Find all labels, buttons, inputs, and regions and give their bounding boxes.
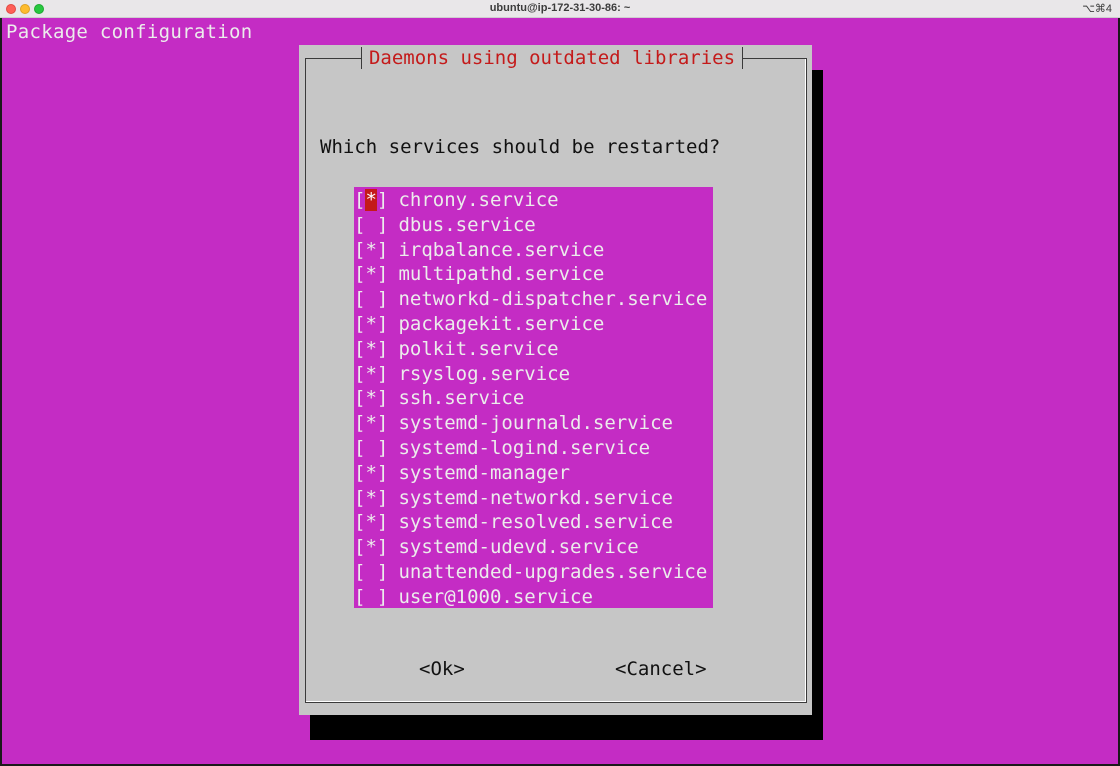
dialog-title: Daemons using outdated libraries <box>361 45 743 71</box>
terminal-area[interactable]: Package configuration Daemons using outd… <box>0 18 1120 766</box>
service-item[interactable]: [*] systemd-resolved.service <box>354 510 713 535</box>
dialog-question: Which services should be restarted? <box>320 136 721 158</box>
cancel-button[interactable]: <Cancel> <box>615 656 707 682</box>
service-checkbox[interactable]: [*] <box>354 535 388 560</box>
service-item[interactable]: [*] irqbalance.service <box>354 238 713 263</box>
service-name: irqbalance.service <box>398 238 605 261</box>
service-item[interactable]: [*] rsyslog.service <box>354 362 713 387</box>
service-item[interactable]: [ ] dbus.service <box>354 213 713 238</box>
service-name: multipathd.service <box>398 263 605 286</box>
dialog-buttons: <Ok> <Cancel> <box>299 656 812 682</box>
window-title: ubuntu@ip-172-31-30-86: ~ <box>489 2 631 14</box>
service-checkbox[interactable]: [*] <box>354 411 388 436</box>
service-checkbox[interactable]: [ ] <box>354 560 388 585</box>
service-name: polkit.service <box>398 337 559 360</box>
service-item[interactable]: [ ] systemd-logind.service <box>354 436 713 461</box>
service-checkbox[interactable]: [*] <box>354 362 388 387</box>
package-configuration-header: Package configuration <box>6 21 253 43</box>
service-name: systemd-manager <box>398 461 571 484</box>
service-item[interactable]: [*] multipathd.service <box>354 262 713 287</box>
service-checkbox[interactable]: [*] <box>354 337 388 362</box>
service-item[interactable]: [ ] user@1000.service <box>354 585 713 610</box>
service-checkbox[interactable]: [*] <box>354 262 388 287</box>
restart-services-dialog: Daemons using outdated libraries Which s… <box>299 45 812 715</box>
service-name: systemd-journald.service <box>398 412 673 435</box>
window-shortcut: ⌥⌘4 <box>1082 3 1112 15</box>
frame-top-right <box>743 58 807 59</box>
frame-top-left <box>305 58 361 59</box>
service-item[interactable]: [*] systemd-journald.service <box>354 411 713 436</box>
service-item[interactable]: [*] packagekit.service <box>354 312 713 337</box>
service-checkbox[interactable]: [*] <box>354 461 388 486</box>
service-name: chrony.service <box>398 189 559 211</box>
service-checkbox[interactable]: [*] <box>354 386 388 411</box>
service-name: systemd-resolved.service <box>398 511 673 534</box>
service-name: rsyslog.service <box>398 362 571 385</box>
service-name: systemd-udevd.service <box>398 536 639 559</box>
service-item[interactable]: [*] systemd-manager <box>354 461 713 486</box>
service-checkbox[interactable]: [*] <box>354 238 388 263</box>
service-checkbox[interactable]: [*] <box>354 188 388 213</box>
service-name: unattended-upgrades.service <box>398 560 708 583</box>
service-name: dbus.service <box>398 213 536 236</box>
service-checkbox[interactable]: [ ] <box>354 585 388 610</box>
service-checkbox[interactable]: [ ] <box>354 287 388 312</box>
service-name: networkd-dispatcher.service <box>398 288 708 311</box>
service-item[interactable]: [ ] networkd-dispatcher.service <box>354 287 713 312</box>
service-item[interactable]: [*] ssh.service <box>354 386 713 411</box>
selection-cursor: * <box>365 189 377 211</box>
service-checkbox[interactable]: [ ] <box>354 213 388 238</box>
service-item[interactable]: [*] systemd-udevd.service <box>354 535 713 560</box>
service-name: packagekit.service <box>398 312 605 335</box>
service-item[interactable]: [*] systemd-networkd.service <box>354 486 713 511</box>
service-checkbox[interactable]: [*] <box>354 486 388 511</box>
service-name: systemd-networkd.service <box>398 486 673 509</box>
service-name: user@1000.service <box>398 585 593 608</box>
service-checkbox[interactable]: [ ] <box>354 436 388 461</box>
window-titlebar: ubuntu@ip-172-31-30-86: ~ ⌥⌘4 <box>0 0 1120 18</box>
service-item[interactable]: [*] polkit.service <box>354 337 713 362</box>
service-item[interactable]: [ ] unattended-upgrades.service <box>354 560 713 585</box>
service-name: ssh.service <box>398 387 525 410</box>
ok-button[interactable]: <Ok> <box>419 656 465 682</box>
service-checkbox[interactable]: [*] <box>354 510 388 535</box>
service-item[interactable]: [*] chrony.service <box>354 188 713 213</box>
service-name: systemd-logind.service <box>398 436 651 459</box>
service-checklist[interactable]: [*] chrony.service[ ] dbus.service [*] ir… <box>354 187 713 608</box>
service-checkbox[interactable]: [*] <box>354 312 388 337</box>
